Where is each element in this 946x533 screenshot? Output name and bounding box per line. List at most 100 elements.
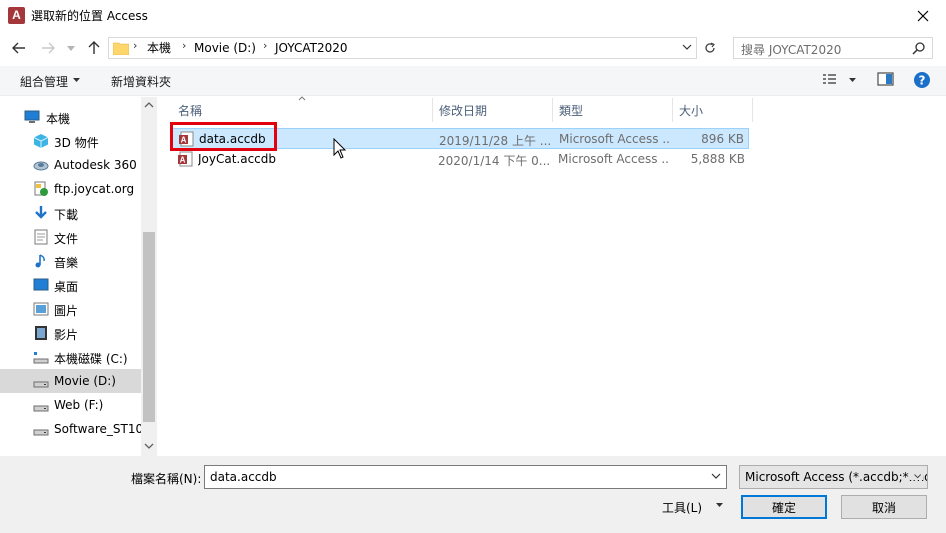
sidebar-item[interactable]: 影片 bbox=[0, 321, 141, 345]
sidebar-item[interactable]: 文件 bbox=[0, 225, 141, 249]
recent-locations-button[interactable] bbox=[64, 38, 78, 58]
refresh-button[interactable] bbox=[700, 37, 720, 59]
close-button[interactable] bbox=[900, 0, 946, 32]
refresh-icon bbox=[705, 42, 715, 53]
computer-icon bbox=[24, 109, 40, 125]
search-input[interactable]: 搜尋 JOYCAT2020 bbox=[733, 37, 933, 59]
filename-input[interactable]: data.accdb bbox=[204, 465, 727, 489]
sidebar-scroll-thumb[interactable] bbox=[143, 232, 155, 422]
sidebar-item-label: 本機磁碟 (C:) bbox=[54, 352, 128, 366]
breadcrumb-joycat2020[interactable]: JOYCAT2020 bbox=[275, 41, 348, 55]
sidebar-item[interactable]: 本機 bbox=[0, 105, 141, 129]
sidebar-item[interactable]: 本機磁碟 (C:) bbox=[0, 345, 141, 369]
view-options-icon[interactable] bbox=[822, 72, 840, 86]
address-bar[interactable]: › 本機 › Movie (D:) › JOYCAT2020 bbox=[108, 37, 697, 59]
file-row-joycat-accdb[interactable]: A JoyCat.accdb 2020/1/14 下午 0... Microso… bbox=[171, 149, 749, 170]
sidebar-item[interactable]: 音樂 bbox=[0, 249, 141, 273]
svg-text:A: A bbox=[180, 156, 186, 165]
svg-text:?: ? bbox=[919, 74, 926, 88]
chevron-down-icon[interactable] bbox=[716, 503, 723, 507]
column-divider[interactable] bbox=[552, 98, 553, 122]
search-icon bbox=[912, 42, 925, 55]
desktop-icon bbox=[33, 277, 49, 293]
breadcrumb-this-pc[interactable]: 本機 bbox=[147, 41, 171, 55]
file-type: Microsoft Access ... bbox=[559, 132, 671, 146]
window-title: 選取新的位置 Access bbox=[31, 9, 148, 23]
column-divider[interactable] bbox=[672, 98, 673, 122]
forward-button[interactable] bbox=[38, 38, 58, 58]
file-size: 896 KB bbox=[701, 132, 744, 146]
sidebar-item[interactable]: 3D 物件 bbox=[0, 129, 141, 153]
help-icon[interactable]: ? bbox=[913, 71, 931, 89]
mouse-cursor-icon bbox=[333, 138, 347, 159]
column-header-modified[interactable]: 修改日期 bbox=[439, 102, 487, 119]
column-header-size[interactable]: 大小 bbox=[679, 102, 703, 119]
sidebar-item[interactable]: 桌面 bbox=[0, 273, 141, 297]
sidebar-item[interactable]: 下載 bbox=[0, 201, 141, 225]
sidebar-item-label: 本機 bbox=[46, 112, 71, 126]
sidebar-item-label: Movie (D:) bbox=[54, 374, 116, 388]
column-divider[interactable] bbox=[752, 98, 753, 122]
sidebar-item-label: 桌面 bbox=[54, 280, 79, 294]
column-headers: 名稱 修改日期 類型 大小 bbox=[171, 96, 749, 122]
sidebar-item-label: 下載 bbox=[54, 208, 79, 222]
filename-label: 檔案名稱(N): bbox=[131, 472, 202, 486]
chevron-down-icon[interactable] bbox=[682, 44, 692, 51]
sidebar-item-label: 文件 bbox=[54, 232, 79, 246]
drive-icon bbox=[33, 421, 49, 437]
system-drive-icon bbox=[33, 349, 49, 365]
search-placeholder: 搜尋 JOYCAT2020 bbox=[741, 43, 842, 57]
folder-icon bbox=[113, 42, 129, 55]
sidebar-item[interactable]: Software_ST100 bbox=[0, 417, 151, 441]
sidebar-item[interactable]: Web (F:) bbox=[0, 393, 141, 417]
sidebar-item-label: 圖片 bbox=[54, 304, 79, 318]
scroll-down-icon[interactable] bbox=[144, 443, 154, 449]
access-file-icon: A bbox=[178, 151, 193, 167]
breadcrumb-movie-drive[interactable]: Movie (D:) bbox=[194, 41, 256, 55]
chevron-down-icon bbox=[67, 45, 75, 51]
scroll-up-icon[interactable] bbox=[144, 102, 154, 108]
sidebar-item-label: 影片 bbox=[54, 328, 79, 342]
chevron-down-icon bbox=[73, 78, 80, 82]
access-app-icon: A bbox=[8, 7, 25, 24]
sidebar-item[interactable]: Movie (D:) bbox=[0, 369, 141, 393]
tools-button[interactable]: 工具(L) bbox=[662, 499, 702, 516]
chevron-down-icon[interactable] bbox=[849, 78, 856, 82]
sidebar-item-label: Web (F:) bbox=[54, 398, 104, 412]
file-type-select[interactable]: Microsoft Access (*.accdb;*.mdb) bbox=[739, 465, 928, 489]
column-header-type[interactable]: 類型 bbox=[559, 102, 583, 119]
organize-button[interactable]: 組合管理 bbox=[20, 73, 68, 90]
chevron-down-icon[interactable] bbox=[711, 473, 721, 480]
videos-icon bbox=[33, 325, 49, 341]
column-divider[interactable] bbox=[432, 98, 433, 122]
sidebar-item[interactable]: ftp.joycat.org bbox=[0, 177, 141, 201]
filename-value: data.accdb bbox=[210, 470, 277, 484]
sidebar-item-label: 音樂 bbox=[54, 256, 79, 270]
column-header-name[interactable]: 名稱 bbox=[178, 102, 202, 119]
breadcrumb-separator-icon: › bbox=[263, 39, 268, 52]
arrow-up-icon bbox=[88, 41, 100, 54]
download-icon bbox=[33, 205, 49, 221]
sort-ascending-icon bbox=[298, 96, 306, 101]
music-icon bbox=[33, 253, 49, 269]
command-bar: 組合管理 新增資料夾 ? bbox=[0, 66, 946, 96]
back-button[interactable] bbox=[9, 38, 29, 58]
drive-icon bbox=[33, 397, 49, 413]
cancel-button[interactable]: 取消 bbox=[841, 495, 927, 519]
documents-icon bbox=[33, 229, 49, 245]
arrow-right-icon bbox=[42, 42, 55, 54]
ok-button[interactable]: 確定 bbox=[741, 495, 827, 519]
network-location-icon bbox=[33, 181, 49, 197]
sidebar-item[interactable]: 圖片 bbox=[0, 297, 141, 321]
new-folder-button[interactable]: 新增資料夾 bbox=[111, 73, 171, 90]
annotation-highlight-box bbox=[170, 122, 277, 151]
navigation-pane: 本機 3D 物件 Autodesk 360 ftp.joycat.org 下載文件音樂桌… bbox=[0, 97, 157, 456]
file-type: Microsoft Access ... bbox=[558, 152, 670, 166]
close-icon bbox=[917, 10, 929, 22]
pictures-icon bbox=[33, 301, 49, 317]
up-button[interactable] bbox=[85, 38, 103, 58]
preview-pane-icon[interactable] bbox=[877, 72, 895, 86]
file-modified: 2020/1/14 下午 0... bbox=[438, 154, 550, 168]
sidebar-item-label: ftp.joycat.org bbox=[54, 182, 135, 196]
sidebar-item[interactable]: Autodesk 360 bbox=[0, 153, 141, 177]
